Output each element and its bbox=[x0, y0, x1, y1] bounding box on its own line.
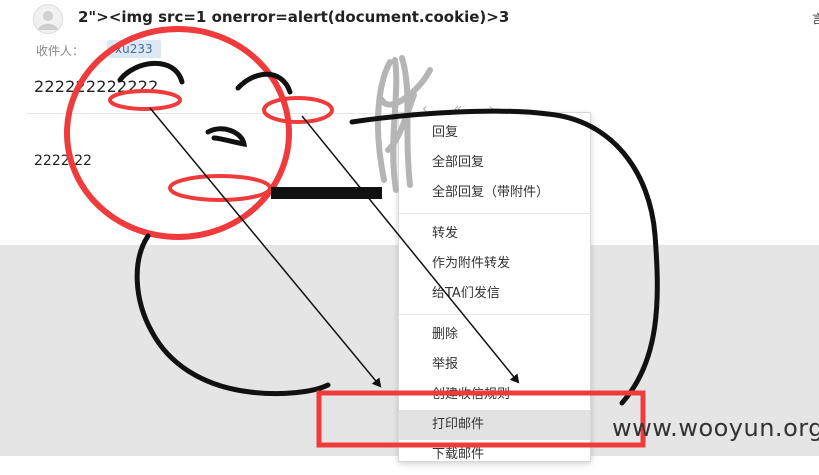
menu-group-forward: 转发 作为附件转发 给TA们发信 bbox=[399, 214, 590, 315]
right-edge-glyph: 言 bbox=[812, 12, 819, 26]
menu-item-reply-all[interactable]: 全部回复 bbox=[399, 148, 590, 178]
recipient-label: 收件人： bbox=[36, 44, 85, 58]
email-subject: 2"><img src=1 onerror=alert(document.coo… bbox=[78, 8, 510, 26]
sender-avatar[interactable] bbox=[33, 4, 63, 34]
user-icon bbox=[38, 11, 58, 30]
menu-item-delete[interactable]: 删除 bbox=[399, 320, 590, 350]
menu-item-send-to-them[interactable]: 给TA们发信 bbox=[399, 279, 590, 309]
menu-item-download[interactable]: 下载邮件 bbox=[399, 440, 590, 470]
menu-item-reply[interactable]: 回复 bbox=[399, 118, 590, 148]
context-menu: 回复 全部回复 全部回复（带附件） 转发 作为附件转发 给TA们发信 删除 举报… bbox=[398, 112, 591, 462]
recipient-chip[interactable]: xu233 bbox=[107, 40, 161, 58]
menu-item-report[interactable]: 举报 bbox=[399, 350, 590, 380]
email-body: 2222.22 bbox=[34, 153, 92, 169]
menu-group-reply: 回复 全部回复 全部回复（带附件） bbox=[399, 113, 590, 214]
watermark: www.wooyun.org bbox=[612, 414, 819, 442]
menu-item-forward[interactable]: 转发 bbox=[399, 219, 590, 249]
email-preview-text: 222222222222 bbox=[34, 77, 159, 96]
menu-item-create-rule[interactable]: 创建收信规则 bbox=[399, 380, 590, 410]
menu-group-actions: 删除 举报 创建收信规则 打印邮件 下载邮件 bbox=[399, 315, 590, 475]
menu-item-print[interactable]: 打印邮件 bbox=[399, 410, 590, 440]
menu-item-forward-as-attachment[interactable]: 作为附件转发 bbox=[399, 249, 590, 279]
menu-item-reply-all-attachments[interactable]: 全部回复（带附件） bbox=[399, 178, 590, 208]
